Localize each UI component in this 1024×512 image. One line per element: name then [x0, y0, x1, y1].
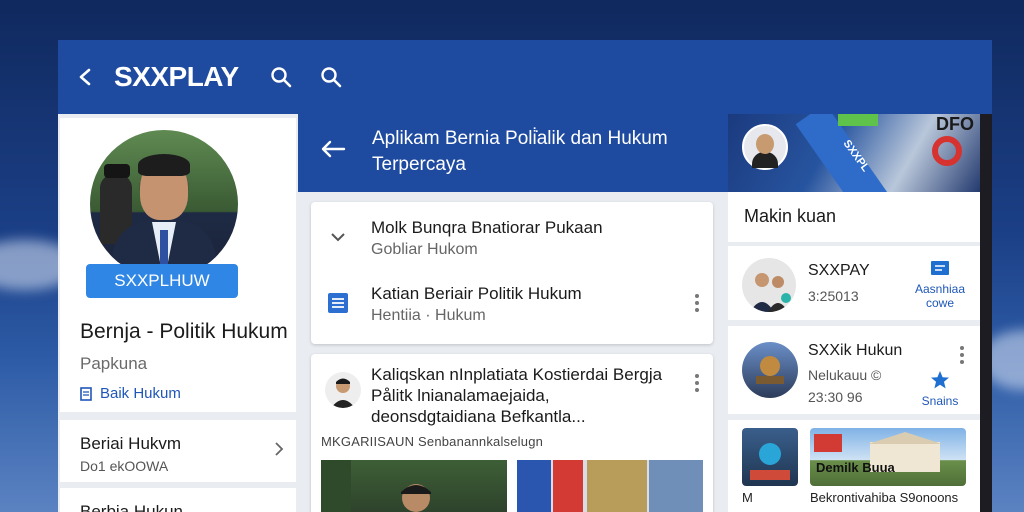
news-card[interactable]: Kaliqskan nInplatiata Kostierdai Bergja … — [311, 354, 713, 512]
menu-row-title: Molk Bunqra Bnatiorar Pukaan — [371, 218, 603, 237]
list-item-subtitle: Do1 ekOOWA — [80, 458, 169, 474]
promo-label: Demilk Buua — [816, 460, 895, 475]
menu-row[interactable]: Molk Bunqra Bnatiorar Pukaan Gobliar Huk… — [311, 206, 713, 270]
item-action-label: Aasnhiaa cowe — [914, 282, 966, 310]
device-bezel — [980, 114, 992, 512]
left-panel: SXXPLHUW Bernja - Politik Hukum Papkuna … — [58, 114, 298, 512]
item-avatar — [742, 342, 798, 398]
item-title: SXXPAY — [808, 262, 870, 279]
list-item[interactable]: Berbia Hukun — [60, 488, 296, 512]
more-options-icon[interactable] — [695, 294, 699, 315]
profile-subtitle: Papkuna — [80, 354, 148, 373]
news-headline: Kaliqskan nInplatiata Kostierdai Bergja … — [371, 365, 663, 426]
item-action[interactable]: Aasnhiaa cowe — [910, 260, 970, 310]
star-icon — [931, 371, 949, 389]
item-action[interactable]: Snains — [910, 370, 970, 408]
menu-row-subtitle: Gobliar Hukom — [371, 241, 478, 258]
right-panel: SXXPL DFO Makin kuan SXXPAY 3:25013 Aasn… — [728, 114, 980, 512]
promo-thumbnail[interactable] — [742, 428, 798, 486]
section-header: Makin kuan — [728, 192, 980, 242]
menu-row-title: Katian Beriair Politik Hukum — [371, 284, 582, 303]
promo-row: Demilk Buua M Bekrontivahiba S9onoons — [728, 420, 980, 512]
more-options-icon[interactable] — [695, 374, 699, 395]
chevron-down-icon — [327, 226, 351, 250]
profile-title: Bernja - Politik Hukum — [80, 320, 288, 343]
center-header: Aplikam Bernia Poli̇̇alik dan Hukum Terp… — [298, 114, 728, 192]
avatar — [90, 130, 238, 278]
document-icon — [80, 386, 92, 401]
back-arrow-icon[interactable] — [320, 140, 346, 163]
message-icon — [931, 261, 949, 275]
news-image[interactable] — [321, 460, 507, 512]
section-title: Makin kuan — [744, 206, 837, 226]
app-window: SXXPLAY SXXPLHUW Bernja - Politik Hukum … — [58, 40, 992, 512]
list-item-title: Beriai Hukvm — [80, 434, 182, 453]
center-panel: Aplikam Bernia Poli̇̇alik dan Hukum Terp… — [298, 114, 728, 512]
promo-image[interactable]: Demilk Buua — [810, 428, 966, 486]
menu-row-subtitle: Hentiia · Hukum — [371, 307, 486, 324]
app-brand-title: SXXPLAY — [114, 61, 239, 92]
right-list: Makin kuan SXXPAY 3:25013 Aasnhiaa cowe … — [728, 192, 980, 512]
item-avatar — [742, 258, 796, 312]
profile-card: SXXPLHUW Bernja - Politik Hukum Papkuna … — [60, 118, 296, 412]
promo-banner[interactable]: SXXPL DFO — [728, 114, 980, 192]
list-icon — [327, 292, 351, 316]
menu-row[interactable]: Katian Beriair Politik Hukum Hentiia · H… — [311, 272, 713, 336]
profile-link[interactable]: Baik Hukum — [80, 385, 181, 402]
banner-logo — [742, 124, 788, 170]
news-avatar — [325, 372, 361, 408]
banner-brand: DFO — [936, 114, 974, 134]
menu-card: Molk Bunqra Bnatiorar Pukaan Gobliar Huk… — [311, 202, 713, 344]
item-action-label: Snains — [921, 394, 959, 408]
promo-caption: M — [742, 490, 753, 505]
item-time: Nelukauu © 23:30 96 — [808, 367, 882, 405]
list-item[interactable]: SXXik Hukun Nelukauu © 23:30 96 Snains — [728, 326, 980, 414]
more-options-icon[interactable] — [960, 346, 964, 367]
item-time: 3:25013 — [808, 288, 859, 304]
list-item[interactable]: SXXPAY 3:25013 Aasnhiaa cowe — [728, 246, 980, 320]
promo-caption: Bekrontivahiba S9onoons — [810, 490, 959, 505]
back-arrow-icon[interactable] — [76, 65, 100, 89]
list-item-title: Berbia Hukun — [80, 502, 184, 512]
center-header-title: Aplikam Bernia Poli̇̇alik dan Hukum Terp… — [372, 128, 668, 175]
app-top-bar: SXXPLAY — [58, 40, 992, 114]
search-icon-secondary[interactable] — [319, 65, 343, 89]
list-item[interactable]: Beriai Hukvm Do1 ekOOWA — [60, 420, 296, 482]
item-title: SXXik Hukun — [808, 342, 903, 359]
news-meta: MKGARIISAUN Senbanannkalselugn — [321, 434, 544, 449]
search-icon[interactable] — [269, 65, 293, 89]
profile-name-button[interactable]: SXXPLHUW — [86, 264, 238, 298]
profile-link-label: Baik Hukum — [100, 385, 181, 402]
chevron-right-icon — [274, 440, 284, 461]
news-image[interactable] — [517, 460, 703, 512]
